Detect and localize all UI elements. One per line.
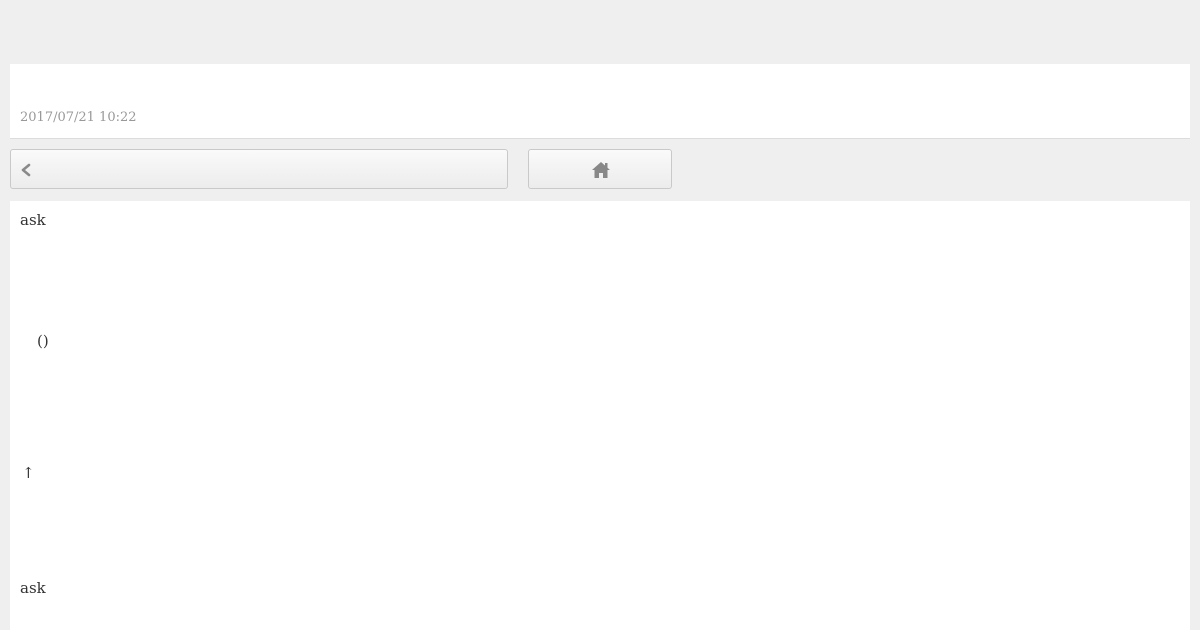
top-band bbox=[0, 0, 1200, 64]
body-line-3: ↑ bbox=[22, 464, 35, 482]
article-header: 2017/07/21 10:22 bbox=[10, 64, 1190, 139]
chevron-left-icon bbox=[21, 163, 31, 177]
post-timestamp: 2017/07/21 10:22 bbox=[20, 110, 137, 125]
body-line-2: () bbox=[37, 332, 49, 350]
back-button[interactable] bbox=[10, 149, 508, 189]
home-icon bbox=[592, 162, 610, 178]
article-body: ask () ↑ ask bbox=[10, 201, 1190, 630]
nav-bar bbox=[0, 139, 1200, 201]
home-button[interactable] bbox=[528, 149, 672, 189]
body-line-4: ask bbox=[20, 579, 46, 597]
body-line-1: ask bbox=[20, 211, 46, 229]
